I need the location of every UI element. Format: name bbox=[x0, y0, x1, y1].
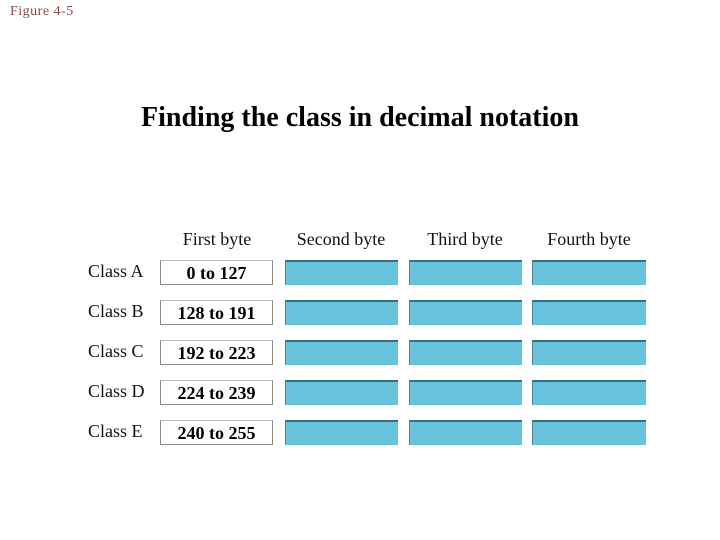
column-header-second-byte: Second byte bbox=[296, 229, 386, 249]
fourth-byte-cell bbox=[532, 260, 646, 285]
fourth-byte-cell bbox=[532, 300, 646, 325]
fourth-byte-cell bbox=[532, 380, 646, 405]
first-byte-range: 128 to 191 bbox=[160, 300, 273, 325]
class-label: Class C bbox=[88, 341, 144, 361]
second-byte-cell bbox=[285, 420, 398, 445]
diagram-title: Finding the class in decimal notation bbox=[141, 102, 579, 133]
class-label: Class D bbox=[88, 381, 145, 401]
fourth-byte-cell bbox=[532, 420, 646, 445]
class-label: Class E bbox=[88, 421, 143, 441]
first-byte-range: 224 to 239 bbox=[160, 380, 273, 405]
second-byte-cell bbox=[285, 260, 398, 285]
third-byte-cell bbox=[409, 420, 522, 445]
third-byte-cell bbox=[409, 260, 522, 285]
second-byte-cell bbox=[285, 300, 398, 325]
fourth-byte-cell bbox=[532, 340, 646, 365]
column-header-third-byte: Third byte bbox=[427, 229, 503, 249]
second-byte-cell bbox=[285, 380, 398, 405]
first-byte-range: 0 to 127 bbox=[160, 260, 273, 285]
second-byte-cell bbox=[285, 340, 398, 365]
class-label: Class B bbox=[88, 301, 144, 321]
column-header-fourth-byte: Fourth byte bbox=[547, 229, 631, 249]
class-label: Class A bbox=[88, 261, 144, 281]
third-byte-cell bbox=[409, 300, 522, 325]
column-header-first-byte: First byte bbox=[182, 229, 252, 249]
first-byte-range: 192 to 223 bbox=[160, 340, 273, 365]
third-byte-cell bbox=[409, 380, 522, 405]
third-byte-cell bbox=[409, 340, 522, 365]
figure-label: Figure 4-5 bbox=[10, 4, 74, 19]
first-byte-range: 240 to 255 bbox=[160, 420, 273, 445]
